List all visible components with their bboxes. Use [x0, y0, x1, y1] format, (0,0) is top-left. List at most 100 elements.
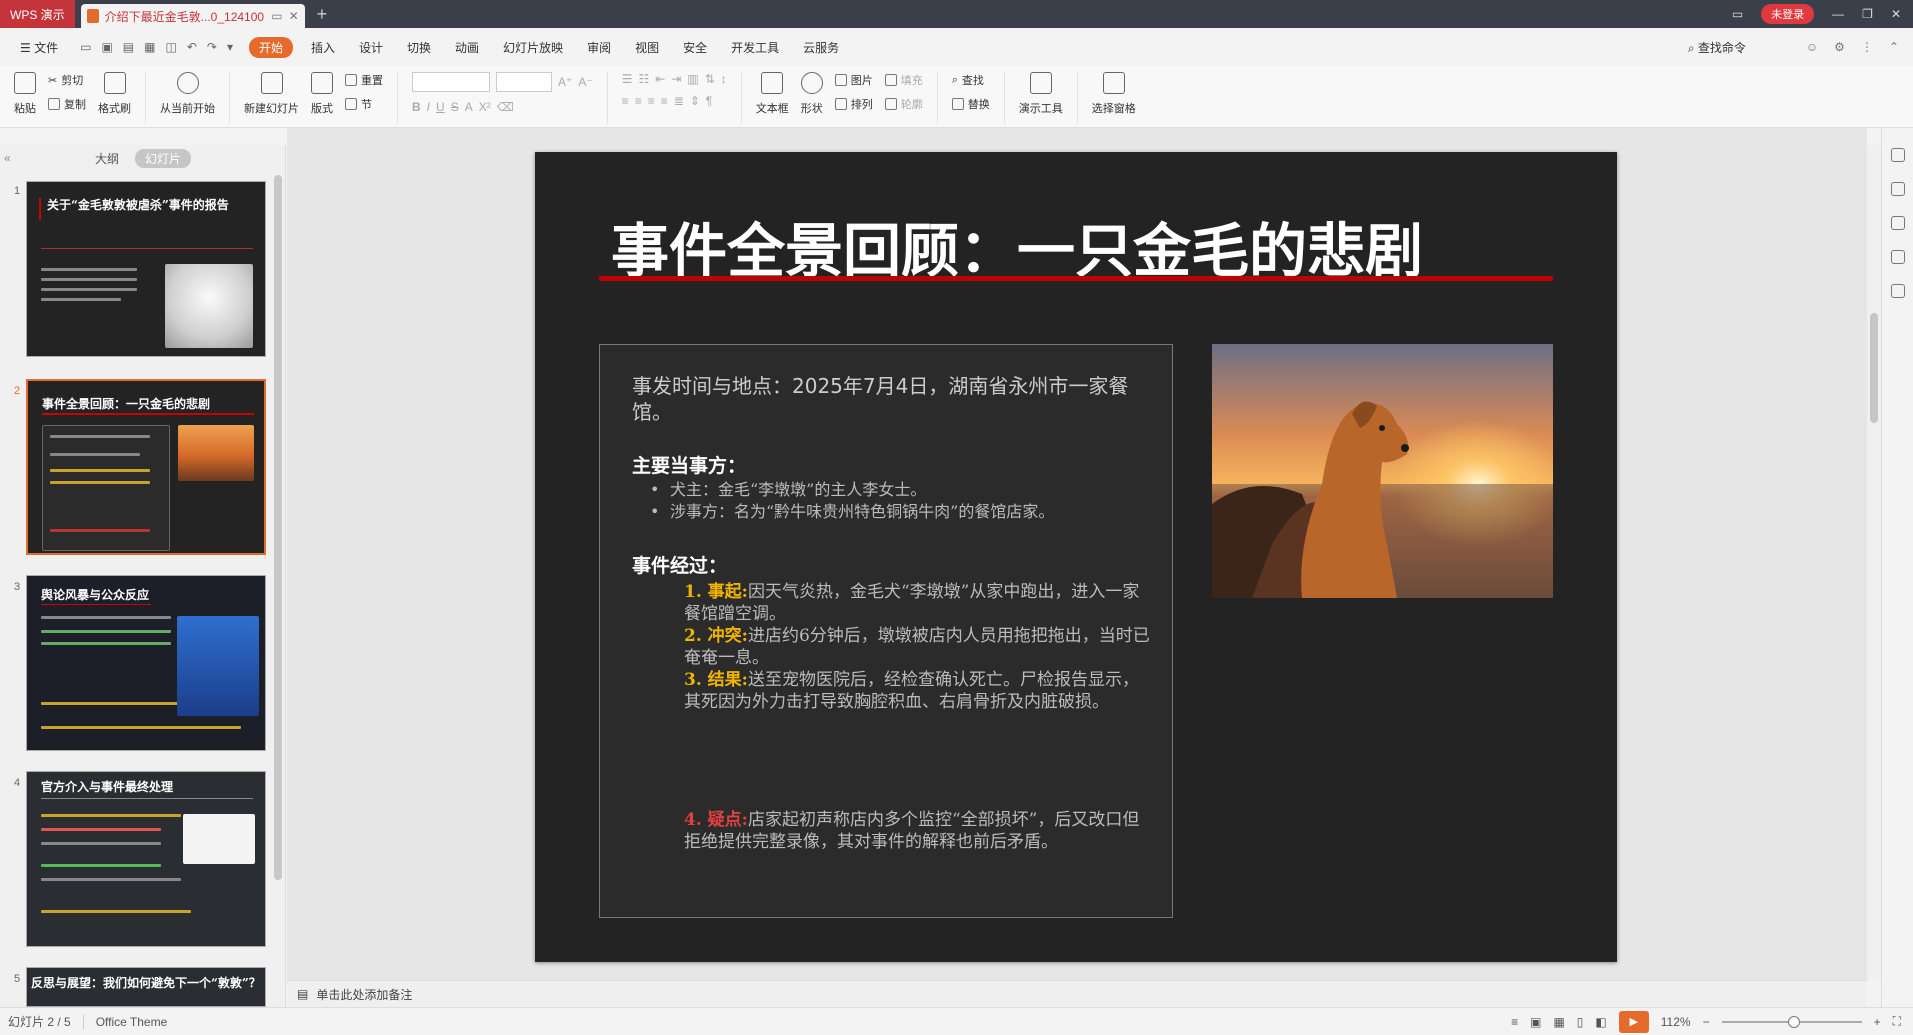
decrease-indent-icon[interactable]: ⇤ — [655, 72, 665, 86]
collapse-ribbon-icon[interactable]: ⌃ — [1889, 40, 1899, 54]
replace-button[interactable]: 替换 — [951, 96, 990, 112]
paste-button[interactable]: 粘贴 — [8, 72, 42, 116]
notes-pane[interactable]: ▤ 单击此处添加备注 — [287, 980, 1867, 1007]
preview-icon[interactable]: ◫ — [165, 40, 176, 54]
feedback-icon[interactable]: ☺ — [1806, 40, 1818, 54]
bold-icon[interactable]: B — [412, 100, 421, 114]
share-icon[interactable] — [1890, 182, 1905, 196]
tab-animations[interactable]: 动画 — [455, 39, 479, 56]
tab-slideshow[interactable]: 幻灯片放映 — [503, 39, 563, 56]
tab-developer[interactable]: 开发工具 — [731, 39, 779, 56]
selection-pane-button[interactable]: 选择窗格 — [1086, 72, 1142, 116]
tab-cloud[interactable]: 云服务 — [803, 39, 839, 56]
tab-transitions[interactable]: 切换 — [407, 39, 431, 56]
font-size-combo[interactable] — [496, 72, 552, 92]
italic-icon[interactable]: I — [427, 100, 430, 114]
zoom-slider-knob[interactable] — [1787, 1015, 1800, 1028]
close-tab-icon[interactable]: ✕ — [289, 9, 299, 23]
arrange-button[interactable]: 排列 — [834, 96, 873, 112]
copy-button[interactable]: 复制 — [48, 96, 86, 112]
format-painter-button[interactable]: 格式刷 — [92, 72, 137, 116]
object-properties-icon[interactable] — [1890, 148, 1905, 162]
paragraph-settings-icon[interactable]: ¶ — [706, 94, 712, 108]
undo-icon[interactable]: ↶ — [187, 40, 197, 54]
fill-button[interactable]: 填充 — [884, 72, 923, 88]
shape-button[interactable]: 形状 — [795, 72, 829, 116]
sorter-view-icon[interactable]: ▦ — [1553, 1015, 1564, 1029]
vertical-align-icon[interactable]: ⇕ — [690, 94, 700, 108]
pin-icon[interactable] — [1890, 216, 1905, 230]
thumbnail-scrollbar[interactable] — [274, 175, 282, 880]
export-icon[interactable]: ▤ — [123, 40, 134, 54]
tab-insert[interactable]: 插入 — [311, 39, 335, 56]
normal-view-icon[interactable]: ▣ — [1530, 1015, 1541, 1029]
textbox-button[interactable]: 文本框 — [750, 72, 795, 116]
redo-icon[interactable]: ↷ — [207, 40, 217, 54]
tab-security[interactable]: 安全 — [683, 39, 707, 56]
restore-tab-icon[interactable]: ▭ — [271, 9, 282, 23]
layout-button[interactable]: 版式 — [305, 72, 339, 116]
collapse-panel-icon[interactable]: « — [4, 151, 11, 165]
window-layout-icon[interactable]: ▭ — [1732, 7, 1743, 21]
justify-icon[interactable]: ≡ — [661, 94, 668, 108]
font-color-icon[interactable]: A — [465, 100, 473, 114]
grow-font-icon[interactable]: A⁺ — [558, 75, 572, 89]
document-tab[interactable]: 介绍下最近金毛敦...0_124100 ▭ ✕ — [80, 4, 305, 28]
outline-button[interactable]: 轮廓 — [884, 96, 923, 112]
align-center-icon[interactable]: ≡ — [635, 94, 642, 108]
quick-access-dropdown-icon[interactable]: ▾ — [227, 40, 233, 54]
slide-thumbnail-1[interactable]: 关于“金毛敦敦被虐杀”事件的报告 — [26, 181, 266, 357]
close-window-icon[interactable]: ✕ — [1891, 7, 1901, 21]
text-direction-icon[interactable]: ⇅ — [705, 72, 715, 86]
golden-retriever-photo[interactable] — [1212, 344, 1553, 598]
align-right-icon[interactable]: ≡ — [648, 94, 655, 108]
slide-thumbnail-3[interactable]: 舆论风暴与公众反应 — [26, 575, 266, 751]
zoom-out-button[interactable]: − — [1703, 1015, 1710, 1029]
clear-format-icon[interactable]: ⌫ — [497, 100, 514, 114]
reading-view-icon[interactable]: ▯ — [1577, 1015, 1584, 1029]
present-tools-button[interactable]: 演示工具 — [1013, 72, 1069, 116]
from-current-button[interactable]: 从当前开始 — [154, 72, 221, 116]
settings-icon[interactable]: ⚙ — [1834, 40, 1845, 54]
notes-toggle-icon[interactable]: ≡ — [1511, 1015, 1518, 1029]
increase-indent-icon[interactable]: ⇥ — [671, 72, 681, 86]
adjust-icon[interactable] — [1890, 250, 1905, 264]
slide-thumbnail-2[interactable]: 事件全景回顾：一只金毛的悲剧 — [26, 379, 266, 555]
tab-view[interactable]: 视图 — [635, 39, 659, 56]
login-button[interactable]: 未登录 — [1761, 4, 1815, 24]
line-spacing-icon[interactable]: ↕ — [721, 72, 727, 86]
app-name[interactable]: WPS 演示 — [0, 0, 75, 28]
shrink-font-icon[interactable]: A⁻ — [578, 75, 592, 89]
current-slide[interactable]: 事件全景回顾：一只金毛的悲剧 事发时间与地点：2025年7月4日，湖南省永州市一… — [535, 152, 1617, 962]
superscript-icon[interactable]: X² — [479, 100, 491, 114]
slide-thumbnail-4[interactable]: 官方介入与事件最终处理 — [26, 771, 266, 947]
file-menu[interactable]: ☰ 文件 — [20, 39, 58, 56]
tab-home[interactable]: 开始 — [248, 36, 293, 58]
find-button[interactable]: ⌕ 查找 — [952, 72, 990, 88]
align-left-icon[interactable]: ≡ — [622, 94, 629, 108]
presenter-view-icon[interactable]: ◧ — [1595, 1015, 1606, 1029]
columns-icon[interactable]: ▥ — [687, 72, 698, 86]
content-textbox[interactable]: 事发时间与地点：2025年7月4日，湖南省永州市一家餐馆。 主要当事方： 犬主：… — [599, 344, 1173, 918]
open-icon[interactable]: ▭ — [80, 40, 91, 54]
history-icon[interactable] — [1890, 284, 1905, 298]
maximize-icon[interactable]: ❐ — [1862, 7, 1873, 21]
more-icon[interactable]: ⋮ — [1861, 40, 1873, 54]
new-tab-button[interactable]: + — [317, 4, 328, 25]
cut-button[interactable]: ✂ 剪切 — [48, 72, 86, 88]
minimize-icon[interactable]: — — [1832, 7, 1844, 21]
canvas-scrollbar[interactable] — [1867, 145, 1881, 980]
zoom-level[interactable]: 112% — [1661, 1015, 1691, 1029]
underline-icon[interactable]: U — [436, 100, 445, 114]
scroll-thumb[interactable] — [1870, 313, 1878, 423]
new-slide-button[interactable]: 新建幻灯片 — [238, 72, 305, 116]
fit-window-icon[interactable]: ⛶ — [1893, 1014, 1901, 1029]
tab-slides[interactable]: 幻灯片 — [135, 148, 192, 168]
reset-button[interactable]: 重置 — [345, 72, 383, 88]
tab-outline[interactable]: 大纲 — [95, 150, 119, 167]
distribute-icon[interactable]: ≣ — [674, 94, 684, 108]
zoom-in-button[interactable]: + — [1874, 1015, 1881, 1029]
save-icon[interactable]: ▣ — [101, 40, 112, 54]
zoom-slider[interactable] — [1721, 1015, 1862, 1028]
slide-thumbnail-5[interactable]: 反思与展望：我们如何避免下一个“敦敦”？ — [26, 967, 266, 1007]
